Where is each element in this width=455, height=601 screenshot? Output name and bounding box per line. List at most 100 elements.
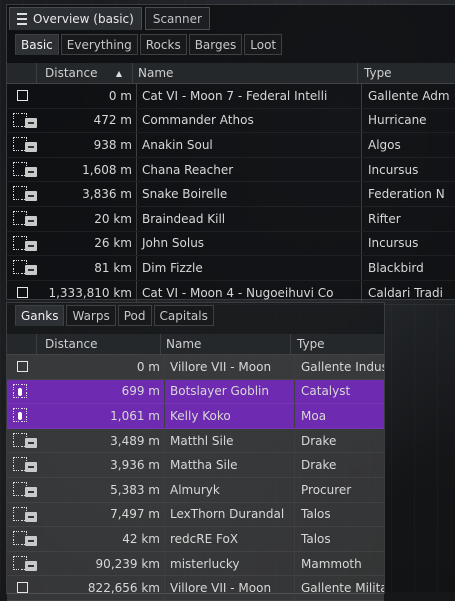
row-icon-cell[interactable]	[7, 133, 37, 157]
row-icon-cell[interactable]	[7, 453, 37, 477]
table-row[interactable]: 822,656 km Villore VII - Moon Gallente Mil…	[7, 576, 384, 601]
table-row[interactable]: 0 m Cat VI - Moon 7 - Federal Intelli Gall…	[7, 84, 455, 109]
window-tabs: Overview (basic) Scanner	[9, 7, 210, 30]
name-cell: Chana Reacher	[136, 157, 361, 182]
overview-filter-tabs: Basic Everything Rocks Barges Loot	[15, 34, 283, 55]
ganks-filter-tabs: Ganks Warps Pod Capitals	[15, 305, 214, 326]
standing-badge-icon	[25, 486, 37, 497]
row-icon-cell[interactable]	[7, 527, 37, 551]
row-icon-cell[interactable]	[7, 281, 36, 305]
type-cell: Gallente Adm	[361, 84, 455, 108]
distance-cell: 0 m	[108, 88, 132, 103]
name-cell: LexThorn Durandal	[164, 502, 294, 527]
lock-icon	[18, 387, 22, 396]
standing-badge-icon	[25, 215, 37, 226]
table-row[interactable]: 26 km John Solus Incursus	[7, 231, 455, 257]
row-icon-cell[interactable]	[7, 182, 37, 206]
table-row[interactable]: 938 m Anakin Soul Algos	[7, 133, 455, 158]
table-row[interactable]: 0 m Villore VII - Moon Gallente Indus	[7, 355, 384, 380]
tab-scanner-label: Scanner	[152, 11, 202, 26]
tab-overview-basic[interactable]: Overview (basic)	[9, 7, 142, 30]
type-cell: Federation N	[361, 182, 455, 206]
name-text: Snake Boirelle	[142, 187, 228, 202]
type-cell: Drake	[294, 453, 384, 477]
row-icon-cell[interactable]	[7, 380, 36, 404]
overview-rows: 0 m Cat VI - Moon 7 - Federal Intelli Gall…	[7, 84, 455, 306]
type-cell: Incursus	[361, 231, 455, 256]
name-column-header[interactable]: Name	[160, 334, 290, 354]
distance-column-header[interactable]: Distance	[36, 334, 160, 354]
name-column-header[interactable]: Name	[132, 63, 357, 83]
table-row[interactable]: 7,497 m LexThorn Durandal Talos	[7, 502, 384, 528]
checkbox-icon[interactable]	[17, 361, 28, 372]
row-icon-cell[interactable]	[7, 158, 37, 182]
type-column-header[interactable]: Type	[290, 334, 384, 354]
distance-cell: 3,936 m	[110, 458, 160, 473]
filter-tab-pod[interactable]: Pod	[117, 305, 152, 326]
checkbox-icon[interactable]	[17, 286, 28, 298]
row-icon-cell[interactable]	[7, 576, 36, 600]
table-row[interactable]: 90,239 km misterlucky Mammoth	[7, 551, 384, 577]
row-icon-cell[interactable]	[7, 355, 36, 379]
filter-tab-capitals[interactable]: Capitals	[153, 305, 214, 326]
filter-tab-loot[interactable]: Loot	[244, 34, 283, 55]
row-icon-cell[interactable]	[7, 429, 37, 453]
name-text: Dim Fizzle	[142, 260, 203, 275]
distance-cell: 20 km	[94, 211, 132, 226]
type-cell: Mammoth	[294, 551, 384, 576]
checkbox-icon[interactable]	[17, 90, 28, 101]
filter-tab-everything[interactable]: Everything	[60, 34, 138, 55]
type-cell: Procurer	[294, 477, 384, 502]
name-text: misterlucky	[170, 556, 240, 571]
table-row[interactable]: 42 km redcRE FoX Talos	[7, 527, 384, 552]
type-cell: Moa	[294, 404, 384, 428]
row-icon-cell[interactable]	[7, 84, 36, 108]
filter-tab-ganks[interactable]: Ganks	[15, 305, 65, 326]
row-icon-cell[interactable]	[7, 552, 37, 576]
table-row[interactable]: 20 km Braindead Kill Rifter	[7, 206, 455, 232]
type-cell: Catalyst	[294, 379, 384, 404]
type-column-header[interactable]: Type	[357, 63, 455, 83]
table-row[interactable]: 472 m Commander Athos Hurricane	[7, 108, 455, 134]
row-icon-cell[interactable]	[7, 478, 37, 502]
type-cell: Gallente Indus	[294, 355, 384, 379]
table-row[interactable]: 81 km Dim Fizzle Blackbird	[7, 256, 455, 281]
name-cell: misterlucky	[164, 551, 294, 576]
distance-cell: 90,239 km	[95, 556, 160, 571]
name-cell: Cat VI - Moon 4 - Nugoeihuvi Co	[136, 280, 361, 305]
table-row[interactable]: 1,061 m Kelly Koko Moa	[7, 404, 384, 429]
filter-tab-barges[interactable]: Barges	[188, 34, 243, 55]
table-row[interactable]: 5,383 m Almuryk Procurer	[7, 477, 384, 503]
overview-table: Distance ▲ Name Type 0 m Cat VI - Moon 7 …	[7, 63, 455, 306]
name-text: Almuryk	[170, 482, 220, 497]
table-row[interactable]: 3,936 m Mattha Sile Drake	[7, 453, 384, 478]
name-cell: Dim Fizzle	[136, 256, 361, 280]
row-icon-cell[interactable]	[7, 207, 37, 231]
row-icon-cell[interactable]	[7, 109, 37, 133]
filter-tab-warps[interactable]: Warps	[66, 305, 116, 326]
distance-column-header[interactable]: Distance ▲	[36, 63, 132, 83]
type-cell: Caldari Tradi	[361, 280, 455, 305]
name-text: Cat VI - Moon 4 - Nugoeihuvi Co	[142, 285, 334, 300]
filter-tab-rocks[interactable]: Rocks	[139, 34, 187, 55]
row-icon-cell[interactable]	[7, 232, 37, 256]
table-row[interactable]: 699 m Botslayer Goblin Catalyst	[7, 379, 384, 405]
row-icon-cell[interactable]	[7, 256, 37, 280]
row-icon-cell[interactable]	[7, 404, 36, 428]
icon-column-header[interactable]	[7, 63, 36, 83]
ganks-rows: 0 m Villore VII - Moon Gallente Indus 699 m…	[7, 355, 384, 601]
table-row[interactable]: 1,608 m Chana Reacher Incursus	[7, 157, 455, 183]
standing-badge-icon	[25, 462, 37, 473]
name-text: LexThorn Durandal	[170, 507, 285, 522]
filter-tab-basic[interactable]: Basic	[15, 34, 59, 55]
icon-column-header[interactable]	[7, 334, 36, 354]
standing-badge-icon	[25, 166, 37, 177]
hamburger-icon[interactable]	[17, 12, 27, 25]
table-row[interactable]: 3,489 m Matthl Sile Drake	[7, 428, 384, 454]
distance-cell: 1,608 m	[82, 162, 132, 177]
type-cell: Drake	[294, 428, 384, 453]
tab-scanner[interactable]: Scanner	[144, 7, 210, 30]
distance-cell: 472 m	[93, 113, 132, 128]
table-row[interactable]: 3,836 m Snake Boirelle Federation N	[7, 182, 455, 207]
row-icon-cell[interactable]	[7, 503, 37, 527]
